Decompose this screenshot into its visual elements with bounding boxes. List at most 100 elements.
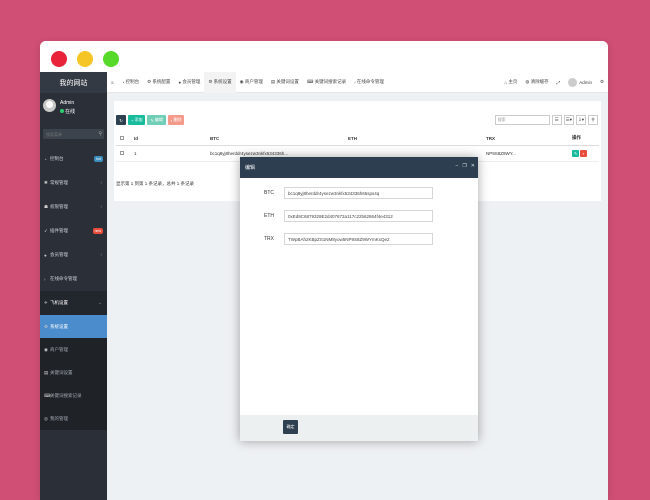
sidebar-item-label: 系统设置: [50, 323, 68, 329]
menu-toggle-icon[interactable]: ≡: [107, 72, 118, 93]
table-search-input[interactable]: 搜索: [494, 115, 550, 125]
top-navbar: ≡ ◔ 控制台 ⚙ 系统配置 ● 会员管理 ⚙ 系统设置 ◉ 商户管理 ▤ 关键…: [107, 71, 608, 93]
sidebar-item-keyword-log[interactable]: ⌨ 关键词搜索记录: [40, 384, 107, 407]
user-status: 在线: [60, 108, 75, 115]
btc-label: BTC: [264, 190, 274, 196]
sidebar-item-label: 我的管理: [50, 415, 68, 421]
col-trx[interactable]: TRX: [482, 132, 568, 146]
btc-input[interactable]: bc1q8yj8herddr4ysezw3nkfx534336h65sps4q: [284, 187, 433, 199]
edit-modal: 编辑 – ❐ ✕ BTC bc1q8yj8herddr4ysezw3nkfx53…: [240, 157, 478, 441]
brand-title[interactable]: 我的网站: [40, 72, 107, 93]
keyboard-icon: ⌨: [306, 79, 315, 84]
col-eth[interactable]: ETH: [344, 132, 482, 146]
sidebar-item-auth[interactable]: ☗ 权限管理 ‹: [40, 195, 107, 219]
refresh-button[interactable]: ↻: [116, 115, 126, 125]
maximize-window-icon[interactable]: [103, 51, 119, 67]
add-button[interactable]: + 添加: [128, 115, 146, 125]
tab-dashboard[interactable]: ◔ 控制台: [118, 72, 143, 93]
sidebar-item-merchants[interactable]: ◉ 商户管理: [40, 338, 107, 361]
sidebar: 我的网站 Admin 在线 ⚲ ◔控制台hot ✱常规管理‹ ☗权限管理‹ ➶插…: [40, 72, 107, 500]
clear-cache-button[interactable]: ◍ 清除缓存: [521, 72, 552, 93]
delete-button[interactable]: ▪ 删除: [167, 115, 185, 125]
topbar-right: ⌂ 主页 ◍ 清除缓存 ⤢ Admin ⚙: [500, 72, 608, 93]
select-all-checkbox[interactable]: [116, 132, 130, 146]
online-dot-icon: [60, 109, 64, 113]
sidebar-item-online-command[interactable]: › 在线命令管理: [40, 267, 107, 291]
user-name: Admin: [60, 100, 75, 106]
tab-members[interactable]: ● 会员管理: [174, 72, 204, 93]
tab-system-settings[interactable]: ⚙ 系统设置: [204, 71, 236, 93]
tab-label: 控制台: [125, 79, 140, 84]
sidebar-item-general[interactable]: ✱ 常规管理 ‹: [40, 171, 107, 195]
tab-merchants[interactable]: ◉ 商户管理: [236, 72, 267, 93]
columns-dropdown-icon[interactable]: ☰▾: [563, 115, 574, 125]
tab-keywords[interactable]: ▤ 关键词设置: [267, 72, 303, 93]
tab-keyword-log[interactable]: ⌨ 关键词搜索记录: [303, 72, 350, 93]
avatar: [43, 99, 56, 112]
sidebar-item-system-settings[interactable]: ⚙ 系统设置: [40, 315, 107, 338]
tab-system-config[interactable]: ⚙ 系统配置: [143, 72, 174, 93]
ok-button[interactable]: 确定: [283, 420, 298, 434]
row-delete-button[interactable]: ▪: [580, 149, 587, 157]
modal-title: 编辑: [245, 165, 256, 171]
trx-label: TRX: [264, 236, 274, 242]
search-icon[interactable]: ⚲: [98, 131, 102, 137]
user-menu[interactable]: Admin: [564, 72, 596, 93]
sidebar-item-label: 在线命令管理: [50, 276, 77, 281]
tab-online-command[interactable]: › 在线命令管理: [350, 72, 388, 93]
toggle-view-icon[interactable]: ☰: [551, 115, 562, 125]
user-name: Admin: [579, 79, 592, 85]
sidebar-item-plane-settings[interactable]: ✈ 飞机设置 ⌄: [40, 291, 107, 315]
tab-label: 系统设置: [213, 79, 232, 84]
sidebar-search: ⚲: [43, 129, 104, 139]
sidebar-item-label: 控制台: [50, 156, 64, 161]
table-header-row: Id BTC ETH TRX 操作: [116, 132, 599, 146]
menu-search-input[interactable]: [43, 129, 93, 139]
col-btc[interactable]: BTC: [206, 132, 344, 146]
minimize-window-icon[interactable]: [77, 51, 93, 67]
row-checkbox[interactable]: [116, 145, 130, 162]
tab-label: 在线命令管理: [356, 79, 384, 84]
add-label: 添加: [134, 117, 143, 122]
export-dropdown-icon[interactable]: ⇩▾: [575, 115, 586, 125]
cell-id: 1: [130, 145, 206, 162]
close-icon[interactable]: ✕: [471, 163, 475, 169]
sidebar-item-label: 飞机设置: [50, 300, 68, 305]
cell-trx: NP9S8Z9WY...: [482, 145, 568, 162]
settings-icon[interactable]: ⚙: [596, 72, 608, 93]
sidebar-item-label: 会员管理: [50, 252, 68, 257]
row-actions: ✎ ▪: [572, 149, 595, 157]
trx-input[interactable]: TWpBAh2KBpZS1NM8yow5NP9S8Z9WYmKxQe2: [284, 233, 433, 245]
eth-input[interactable]: 0xEd9C6879329E2d407672a117c22b62864f4e43…: [284, 210, 433, 222]
modal-header: 编辑 – ❐ ✕: [240, 157, 478, 178]
modal-body: BTC bc1q8yj8herddr4ysezw3nkfx534336h65sp…: [240, 178, 478, 415]
sidebar-item-label: 权限管理: [50, 204, 68, 209]
cell-ops: ✎ ▪: [568, 145, 599, 162]
pagination-info: 显示第 1 到第 1 条记录，总共 1 条记录: [116, 181, 195, 186]
sidebar-item-keywords[interactable]: ▤ 关键词设置: [40, 361, 107, 384]
close-window-icon[interactable]: [51, 51, 67, 67]
checkbox-icon: [120, 150, 124, 155]
clear-cache-label: 清除缓存: [530, 79, 549, 84]
fullscreen-icon[interactable]: ⤢: [553, 72, 565, 93]
minimize-icon[interactable]: –: [456, 163, 459, 169]
home-link[interactable]: ⌂ 主页: [500, 72, 521, 93]
restore-icon[interactable]: ❐: [462, 163, 466, 169]
sidebar-item-plugins[interactable]: ➶ 插件管理 new: [40, 219, 107, 243]
col-id[interactable]: Id: [130, 132, 206, 146]
edit-label: 编辑: [154, 117, 163, 122]
chevron-left-icon: ‹: [100, 252, 102, 258]
sidebar-item-label: 商户管理: [50, 346, 68, 352]
sidebar-item-dashboard[interactable]: ◔ 控制台 hot: [40, 147, 107, 171]
edit-button[interactable]: ✎ 编辑: [147, 115, 166, 125]
sidebar-item-my-management[interactable]: ◎ 我的管理: [40, 407, 107, 430]
chevron-down-icon: ⌄: [97, 300, 102, 306]
modal-footer: 确定: [240, 415, 478, 441]
sidebar-item-members[interactable]: ● 会员管理 ‹: [40, 243, 107, 267]
tab-label: 商户管理: [244, 79, 263, 84]
row-edit-button[interactable]: ✎: [572, 149, 579, 157]
sidebar-item-label: 常规管理: [50, 180, 68, 185]
tab-label: 系统配置: [152, 79, 171, 84]
checkbox-icon: [120, 135, 124, 140]
search-icon[interactable]: ⚲: [588, 115, 598, 125]
